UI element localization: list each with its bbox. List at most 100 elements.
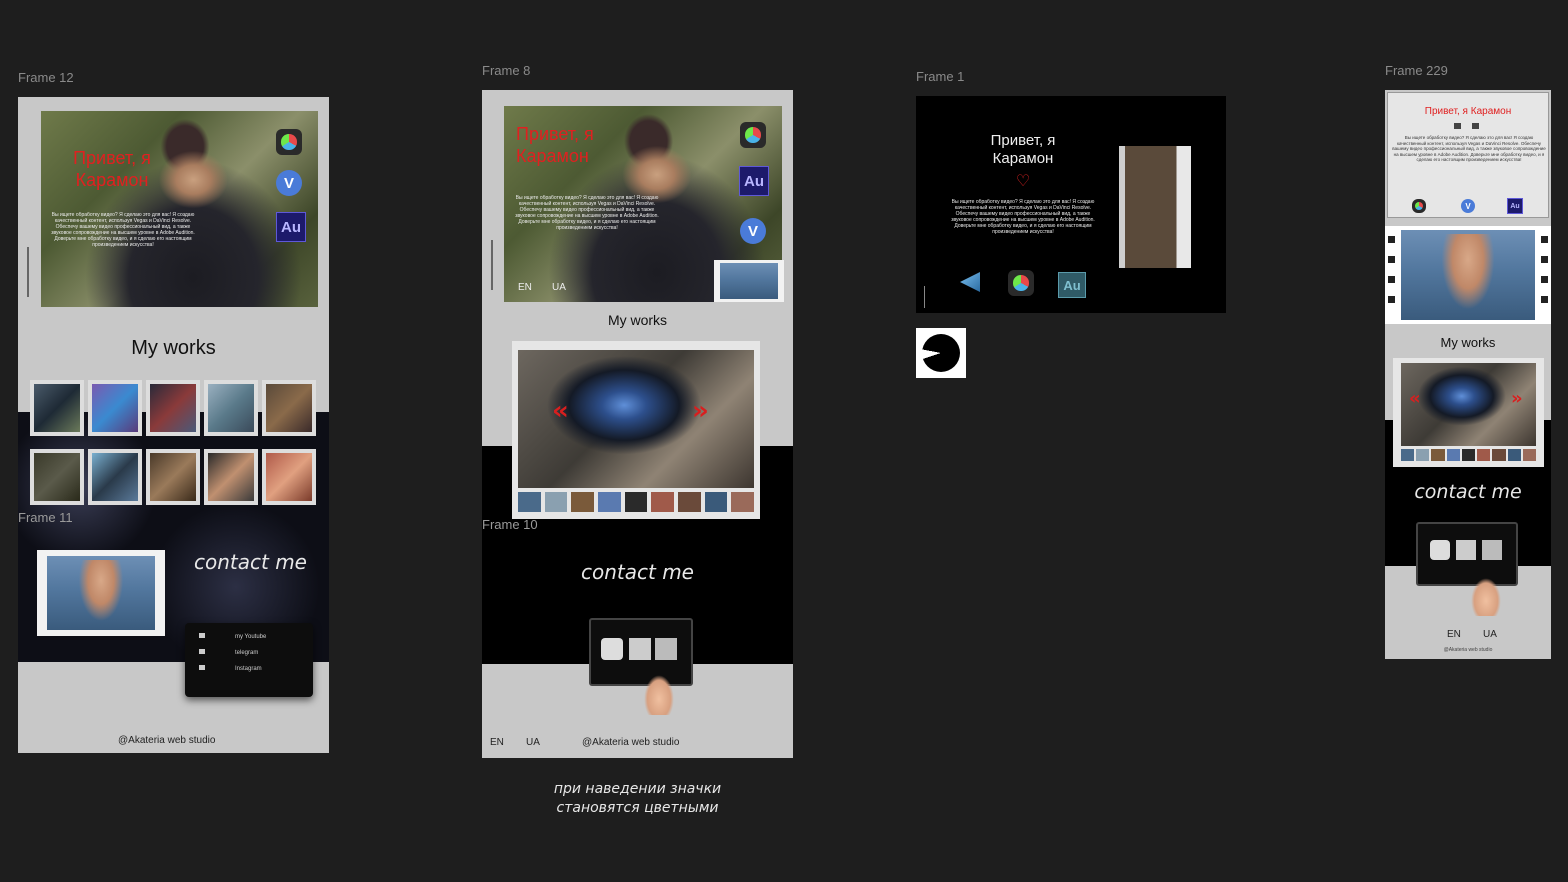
contact-icons-panel[interactable] xyxy=(1416,522,1518,586)
sound-slider[interactable] xyxy=(27,247,29,297)
slider-thumb[interactable] xyxy=(624,492,648,512)
vegas-icon[interactable]: V xyxy=(740,218,766,244)
slider-thumb[interactable] xyxy=(1431,449,1445,461)
audition-icon[interactable]: Au xyxy=(1507,198,1523,214)
slider-thumb[interactable] xyxy=(678,492,701,512)
davinci-icon[interactable] xyxy=(1008,270,1034,296)
slider-prev-arrow[interactable]: « xyxy=(552,396,569,426)
hero-greeting: Привет, я Карамон xyxy=(516,123,626,167)
vegas-icon[interactable]: V xyxy=(276,170,302,196)
work-thumb[interactable] xyxy=(30,380,84,436)
slider-thumb[interactable] xyxy=(1522,449,1536,461)
davinci-icon[interactable] xyxy=(740,122,766,148)
mini-video-frame[interactable] xyxy=(714,260,784,302)
audition-icon[interactable]: Au xyxy=(1058,272,1086,298)
lang-ua[interactable]: UA xyxy=(526,737,540,748)
work-thumb[interactable] xyxy=(262,380,316,436)
greeting-line-1: Привет, я xyxy=(990,132,1056,149)
frame-12[interactable]: Привет, я Карамон Вы ищете обработку вид… xyxy=(18,97,329,753)
contact-title: contact me xyxy=(581,560,694,584)
frame-8[interactable]: Привет, я Карамон Вы ищете обработку вид… xyxy=(482,90,793,758)
work-thumb[interactable] xyxy=(262,449,316,505)
contact-item-instagram[interactable]: Instagram xyxy=(199,665,262,672)
slider-thumb[interactable] xyxy=(651,492,675,512)
contact-menu: my Youtube telegram Instagram xyxy=(185,623,313,697)
dragon-logo[interactable] xyxy=(916,328,966,378)
lang-en[interactable]: EN xyxy=(490,737,504,748)
slider-thumb[interactable] xyxy=(518,492,541,512)
frame-label-8[interactable]: Frame 8 xyxy=(482,63,530,78)
telegram-icon[interactable] xyxy=(1482,540,1502,560)
work-thumb[interactable] xyxy=(146,449,200,505)
greeting-line-1: Привет, я xyxy=(516,124,594,144)
greeting-line-2: Карамон xyxy=(516,146,589,166)
greeting-line-1: Привет, я xyxy=(73,148,151,168)
youtube-icon xyxy=(199,633,205,638)
sound-slider[interactable] xyxy=(924,286,925,308)
slider-thumb[interactable] xyxy=(1446,449,1460,461)
frame-label-10[interactable]: Frame 10 xyxy=(482,517,538,532)
contact-item-youtube[interactable]: my Youtube xyxy=(199,633,266,640)
frame-1[interactable]: Привет, я Карамон ♡ Вы ищете обработку в… xyxy=(916,96,1226,313)
contact-video-frame[interactable] xyxy=(37,550,165,636)
footer-credit: @Akateria web studio xyxy=(118,735,216,746)
slider-thumb[interactable] xyxy=(704,492,728,512)
youtube-icon[interactable] xyxy=(1456,540,1476,560)
video-frame[interactable] xyxy=(1385,226,1551,324)
slider-thumb[interactable] xyxy=(1477,449,1491,461)
slider-thumb[interactable] xyxy=(1461,449,1476,461)
contact-icons-panel[interactable] xyxy=(589,618,693,686)
frame-label-11[interactable]: Frame 11 xyxy=(18,510,73,525)
vegas-icon[interactable] xyxy=(960,272,980,292)
davinci-icon[interactable] xyxy=(276,129,302,155)
work-thumb[interactable] xyxy=(30,449,84,505)
slider-thumb[interactable] xyxy=(571,492,595,512)
door-image[interactable] xyxy=(1119,146,1191,268)
slider-thumb[interactable] xyxy=(1492,449,1506,461)
lang-en[interactable]: EN xyxy=(1447,629,1461,640)
works-slider[interactable]: « » xyxy=(512,341,760,519)
work-thumb[interactable] xyxy=(146,380,200,436)
work-thumb[interactable] xyxy=(88,380,142,436)
greeting-line-2: Карамон xyxy=(992,150,1054,167)
work-thumb[interactable] xyxy=(204,449,258,505)
frame-label-1[interactable]: Frame 1 xyxy=(916,69,964,84)
lang-ua-top[interactable]: UA xyxy=(552,282,566,293)
slider-thumb[interactable] xyxy=(731,492,755,512)
slider-thumb[interactable] xyxy=(1416,449,1430,461)
works-title: My works xyxy=(131,337,216,359)
vegas-icon[interactable]: V xyxy=(1461,199,1475,213)
work-thumb[interactable] xyxy=(88,449,142,505)
works-slider[interactable]: « » xyxy=(1393,358,1544,467)
slider-next-arrow[interactable]: » xyxy=(692,396,709,426)
hero-card: Привет, я Карамон Вы ищете обработку вид… xyxy=(1387,92,1549,218)
slider-thumb[interactable] xyxy=(1507,449,1521,461)
davinci-icon[interactable] xyxy=(1412,199,1426,213)
audition-icon[interactable]: Au xyxy=(276,212,306,242)
works-title: My works xyxy=(1440,335,1496,350)
slider-prev-arrow[interactable]: « xyxy=(1409,388,1421,409)
contact-item-telegram[interactable]: telegram xyxy=(199,649,258,656)
instagram-icon[interactable] xyxy=(1430,540,1450,560)
slider-thumb[interactable] xyxy=(544,492,568,512)
slider-thumb[interactable] xyxy=(598,492,621,512)
work-thumb[interactable] xyxy=(204,380,258,436)
telegram-icon[interactable] xyxy=(1472,123,1479,129)
hero-bio: Вы ищете обработку видео? Я сделаю это д… xyxy=(951,199,1095,235)
frame-label-229[interactable]: Frame 229 xyxy=(1385,63,1448,78)
telegram-icon[interactable] xyxy=(655,638,677,660)
frame-229[interactable]: Привет, я Карамон Вы ищете обработку вид… xyxy=(1385,90,1551,659)
slider-next-arrow[interactable]: » xyxy=(1511,388,1523,409)
frame-label-12[interactable]: Frame 12 xyxy=(18,70,74,85)
audition-icon[interactable]: Au xyxy=(739,166,769,196)
lang-en-top[interactable]: EN xyxy=(518,282,532,293)
lang-ua[interactable]: UA xyxy=(1483,629,1497,640)
slider-thumb[interactable] xyxy=(1401,449,1415,461)
instagram-icon[interactable] xyxy=(601,638,623,660)
sound-slider[interactable] xyxy=(491,240,493,290)
youtube-icon[interactable] xyxy=(629,638,651,660)
hover-note-line-2: становятся цветными xyxy=(556,800,719,816)
youtube-icon[interactable] xyxy=(1454,123,1461,129)
works-title: My works xyxy=(607,312,668,328)
hero-greeting: Привет, я Карамон xyxy=(1424,106,1512,117)
